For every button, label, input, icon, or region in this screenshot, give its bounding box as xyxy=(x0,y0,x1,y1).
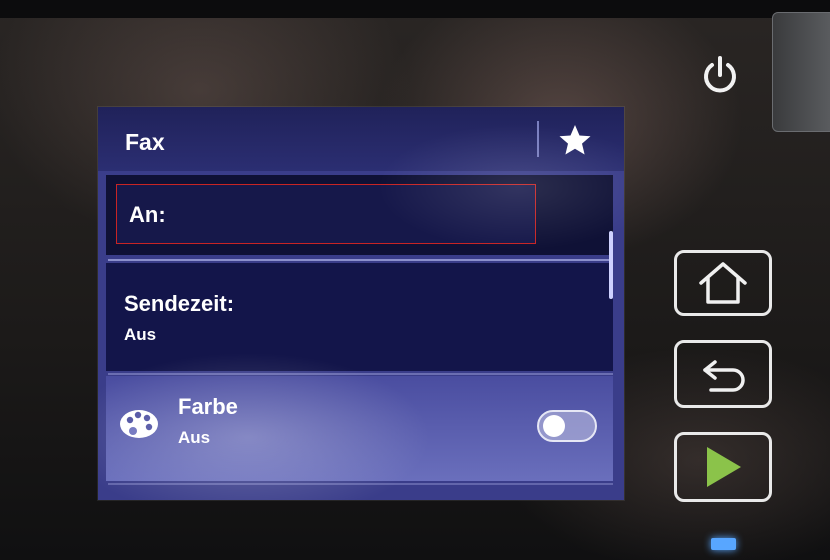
color-row[interactable]: Farbe Aus xyxy=(106,376,613,481)
row-divider xyxy=(108,259,613,261)
device-side-tab xyxy=(772,12,830,132)
recipient-input[interactable]: An: xyxy=(116,184,536,244)
home-icon xyxy=(699,262,747,304)
send-time-label: Sendezeit: xyxy=(124,291,235,316)
scrollbar[interactable] xyxy=(609,231,613,299)
back-button[interactable] xyxy=(674,340,772,408)
settings-list: An: Sendezeit: Aus Farbe Aus xyxy=(98,171,613,500)
star-icon xyxy=(559,125,591,155)
screen-header: Fax xyxy=(98,107,624,171)
favorite-button[interactable] xyxy=(556,121,594,159)
send-time-row[interactable]: Sendezeit: Aus xyxy=(106,263,613,371)
power-button[interactable] xyxy=(694,50,746,102)
toggle-knob xyxy=(543,415,565,437)
recipient-row: An: xyxy=(106,175,613,255)
recipient-label: An: xyxy=(129,202,166,227)
touch-screen: Fax An: Sendezeit: Aus Farbe Aus xyxy=(98,107,624,500)
home-button[interactable] xyxy=(674,250,772,316)
color-label: Farbe xyxy=(178,394,238,419)
row-divider xyxy=(108,373,613,375)
row-divider xyxy=(108,483,613,485)
header-divider xyxy=(537,121,539,157)
start-icon xyxy=(707,447,741,487)
page-title: Fax xyxy=(125,129,165,155)
start-button[interactable] xyxy=(674,432,772,502)
device-top-edge xyxy=(0,0,830,18)
color-value: Aus xyxy=(178,428,211,447)
color-toggle[interactable] xyxy=(537,410,597,442)
status-led xyxy=(711,538,736,550)
palette-icon xyxy=(120,410,158,438)
power-icon xyxy=(704,56,736,93)
send-time-value: Aus xyxy=(124,325,157,344)
back-icon xyxy=(703,360,745,392)
